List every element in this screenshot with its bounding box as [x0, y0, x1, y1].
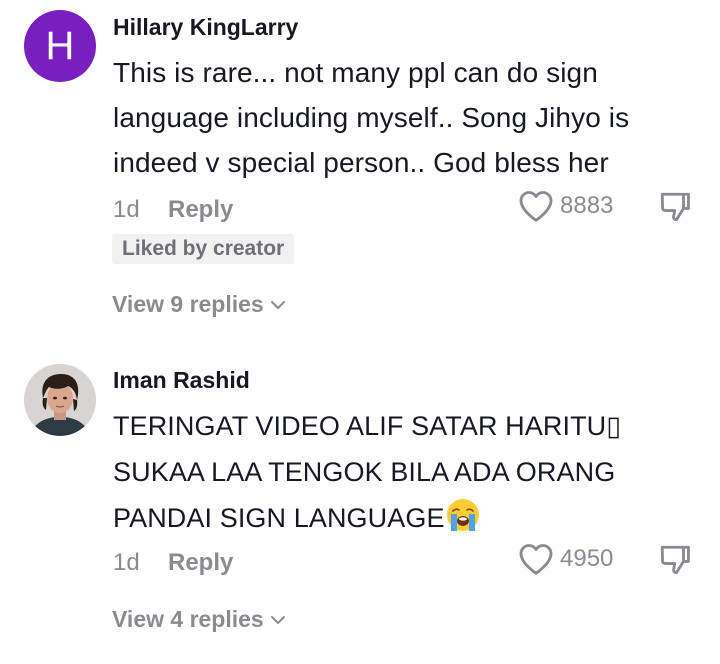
- like-button[interactable]: 8883: [518, 189, 613, 223]
- thumbs-down-icon[interactable]: [658, 190, 692, 224]
- reply-button[interactable]: Reply: [168, 196, 233, 224]
- comment-time: 1d: [113, 549, 140, 576]
- comment-item: Iman Rashid TERINGAT VIDEO ALIF SATAR HA…: [0, 350, 720, 664]
- view-replies-button[interactable]: View 4 replies: [112, 606, 286, 633]
- heart-outline-icon: [519, 191, 553, 222]
- comment-text: This is rare... not many ppl can do sign…: [113, 57, 630, 178]
- view-replies-label: View 9 replies: [112, 291, 264, 317]
- profile-photo: [24, 364, 96, 436]
- comment-meta: 1d Reply: [113, 196, 233, 224]
- comment-text-segment: PANDAI SIGN LANGUAGE: [113, 503, 445, 533]
- like-count: 4950: [560, 545, 614, 572]
- comment-time: 1d: [113, 196, 140, 223]
- comment-text-line: TERINGAT VIDEO ALIF SATAR HARITU▯: [113, 411, 622, 441]
- comment-item: H Hillary KingLarry This is rare... not …: [0, 0, 720, 330]
- like-count: 8883: [560, 192, 614, 219]
- comment-text-line: SUKAA LAA TENGOK BILA ADA ORANG: [113, 457, 616, 487]
- view-replies-label: View 4 replies: [112, 606, 264, 632]
- chevron-down-icon: [270, 615, 285, 624]
- comment-username[interactable]: Iman Rashid: [113, 367, 250, 394]
- like-button[interactable]: 4950: [518, 542, 613, 576]
- comment-text-line: PANDAI SIGN LANGUAGE: [113, 495, 703, 541]
- thumbs-down-icon[interactable]: [658, 543, 692, 577]
- comment-text: TERINGAT VIDEO ALIF SATAR HARITU▯ SUKAA …: [113, 403, 703, 541]
- comment-meta: 1d Reply: [113, 549, 233, 577]
- avatar[interactable]: H: [24, 10, 96, 82]
- comment-username[interactable]: Hillary KingLarry: [113, 14, 298, 41]
- avatar[interactable]: [24, 364, 96, 436]
- reply-button[interactable]: Reply: [168, 549, 233, 577]
- liked-by-creator-badge: Liked by creator: [112, 234, 295, 264]
- heart-outline-icon: [519, 544, 553, 575]
- avatar-letter: H: [45, 23, 75, 68]
- loudly-crying-face-emoji: [446, 499, 479, 531]
- chevron-down-icon: [270, 300, 285, 309]
- view-replies-button[interactable]: View 9 replies: [112, 291, 286, 318]
